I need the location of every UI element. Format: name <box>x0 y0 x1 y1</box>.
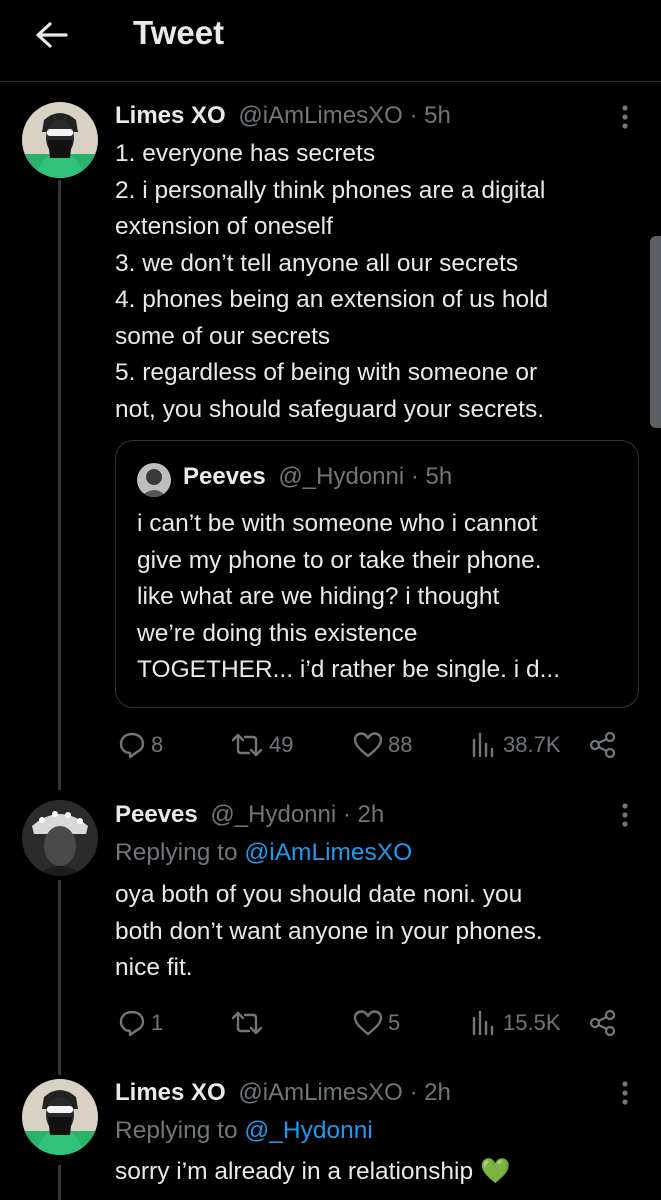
reply-button[interactable]: 1 <box>117 1008 163 1038</box>
tweet-line: 1. everyone has secrets <box>115 140 376 167</box>
like-count: 88 <box>388 732 413 757</box>
replying-to-label: Replying to <box>115 839 245 866</box>
thread-line <box>58 1165 61 1200</box>
author-display-name[interactable]: Peeves <box>115 801 198 828</box>
tweet-text: oya both of you should date noni. you bo… <box>115 877 543 987</box>
like-count: 5 <box>388 1010 401 1035</box>
arrow-left-icon <box>36 22 68 48</box>
separator-dot: · <box>402 1079 425 1106</box>
tweet-time: 2h <box>424 1079 451 1106</box>
quote-display-name: Peeves <box>183 463 266 490</box>
more-button[interactable] <box>615 1079 635 1109</box>
tweet-line: both don’t want anyone in your phones. <box>115 917 543 945</box>
tweet-line: extension of oneself <box>115 213 333 240</box>
green-heart-emoji: 💚 <box>479 1158 511 1185</box>
tweet-line: 3. we don’t tell anyone all our secrets <box>115 249 519 277</box>
tweet-line: sorry i’m already in a relationship 💚 <box>115 1154 510 1191</box>
page-title: Tweet <box>133 14 225 51</box>
retweet-button[interactable] <box>229 1008 265 1038</box>
quote-line: give my phone to or take their phone. <box>137 546 542 574</box>
quote-text: i can’t be with someone who i cannot giv… <box>137 506 560 689</box>
author-handle[interactable]: @iAmLimesXO <box>238 102 402 129</box>
back-button[interactable] <box>30 16 74 56</box>
replying-to-label: Replying to <box>115 1117 245 1144</box>
tweet-text: sorry i’m already in a relationship 💚 <box>115 1154 510 1191</box>
replying-to: Replying to @iAmLimesXO <box>115 839 412 867</box>
quote-handle: @_Hydonni <box>278 463 405 490</box>
author-display-name[interactable]: Limes XO <box>115 1079 226 1106</box>
retweet-count: 49 <box>269 732 294 757</box>
share-button[interactable] <box>588 730 618 760</box>
views-button[interactable]: 15.5K <box>469 1008 561 1038</box>
views-chart-icon <box>472 1010 494 1036</box>
views-button[interactable]: 38.7K <box>469 730 561 760</box>
retweet-icon <box>231 1011 263 1035</box>
avatar[interactable] <box>22 1079 98 1155</box>
retweet-button[interactable]: 49 <box>229 730 293 760</box>
quote-line: we’re doing this existence <box>137 619 418 647</box>
quote-line: like what are we hiding? i thought <box>137 583 500 610</box>
more-vertical-icon <box>622 105 628 129</box>
tweet-line: not, you should safeguard your secrets. <box>115 395 545 423</box>
avatar[interactable] <box>22 800 98 876</box>
quote-author-row: Peeves @_Hydonni · 5h <box>183 463 452 491</box>
reply-author-row: Limes XO @iAmLimesXO · 2h <box>115 1079 451 1107</box>
quote-time: 5h <box>425 463 453 490</box>
tweet-line: 4. phones being an extension of us hold <box>115 286 549 313</box>
share-button[interactable] <box>588 1008 618 1038</box>
more-vertical-icon <box>622 1081 628 1105</box>
quoted-tweet[interactable]: Peeves @_Hydonni · 5h i can’t be with so… <box>115 440 639 708</box>
avatar[interactable] <box>137 463 171 497</box>
separator-dot: · <box>336 801 358 828</box>
more-button[interactable] <box>615 801 635 831</box>
heart-icon <box>353 1010 383 1036</box>
tweet-text: 1. everyone has secrets 2. i personally … <box>115 136 548 428</box>
thread-line <box>58 880 61 1075</box>
reply-icon <box>119 1010 145 1037</box>
like-button[interactable]: 5 <box>352 1008 400 1038</box>
reply-icon <box>119 732 145 759</box>
top-bar: Tweet <box>0 0 661 82</box>
separator-dot: · <box>402 102 425 129</box>
more-button[interactable] <box>615 103 635 133</box>
author-handle[interactable]: @iAmLimesXO <box>238 1079 402 1106</box>
views-count: 15.5K <box>503 1010 561 1035</box>
thread-line <box>58 180 61 790</box>
tweet-line-text: sorry i’m already in a relationship <box>115 1158 474 1185</box>
tweet-line: 5. regardless of being with someone or <box>115 359 538 386</box>
tweet-time: 5h <box>424 102 451 129</box>
more-vertical-icon <box>622 803 628 827</box>
like-button[interactable]: 88 <box>352 730 412 760</box>
separator-dot: · <box>404 463 426 490</box>
tweet-line: oya both of you should date noni. you <box>115 881 523 908</box>
retweet-icon <box>231 733 263 757</box>
mention-link[interactable]: @iAmLimesXO <box>244 839 412 866</box>
tweet-line: some of our secrets <box>115 322 331 350</box>
reply-count: 1 <box>151 1010 164 1035</box>
avatar[interactable] <box>22 102 98 178</box>
quote-line: TOGETHER... i’d rather be single. i d... <box>137 656 561 683</box>
tweet-time: 2h <box>357 801 385 828</box>
share-icon <box>589 731 616 759</box>
author-handle[interactable]: @_Hydonni <box>210 801 336 828</box>
heart-icon <box>353 732 383 758</box>
scrollbar[interactable] <box>650 236 661 428</box>
views-chart-icon <box>472 732 494 758</box>
tweet-line: 2. i personally think phones are a digit… <box>115 176 546 204</box>
reply-count: 8 <box>151 732 164 757</box>
reply-author-row: Peeves @_Hydonni · 2h <box>115 801 384 829</box>
views-count: 38.7K <box>503 732 561 757</box>
author-display-name[interactable]: Limes XO <box>115 102 226 129</box>
replying-to: Replying to @_Hydonni <box>115 1117 373 1145</box>
quote-line: i can’t be with someone who i cannot <box>137 510 538 537</box>
tweet-author-row: Limes XO @iAmLimesXO · 5h <box>115 102 451 130</box>
share-icon <box>589 1009 616 1037</box>
tweet-line: nice fit. <box>115 954 193 981</box>
mention-link[interactable]: @_Hydonni <box>244 1117 372 1144</box>
reply-button[interactable]: 8 <box>117 730 163 760</box>
